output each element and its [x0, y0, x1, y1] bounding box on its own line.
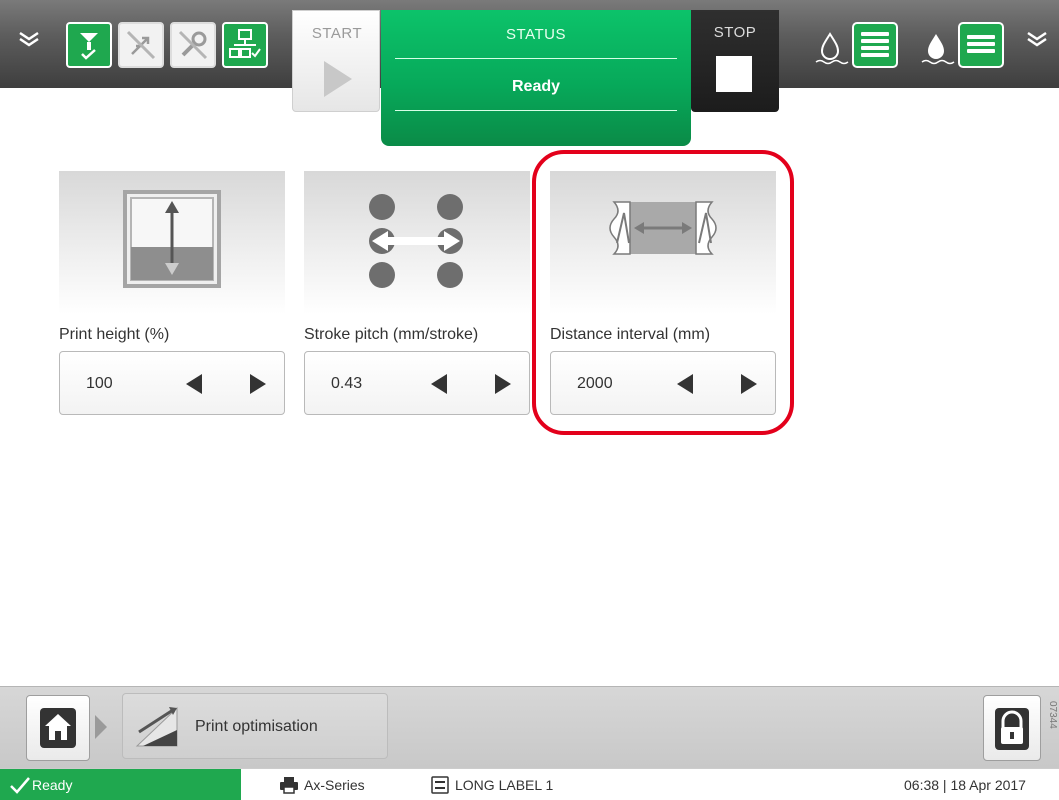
ink-drop-icon — [815, 32, 849, 65]
divider — [395, 58, 677, 59]
makeup-level-icon[interactable] — [958, 22, 1004, 68]
increase-button[interactable] — [485, 370, 519, 398]
param-value: 0.43 — [331, 375, 363, 392]
divider — [395, 110, 677, 111]
printer-icon — [280, 777, 298, 794]
bottom-nav: Print optimisation 07344 — [0, 686, 1059, 768]
printer-state: Ready — [0, 769, 241, 800]
stroke-pitch-stepper[interactable]: 0.43 — [304, 351, 530, 415]
message-status-icon[interactable] — [66, 22, 112, 68]
stop-label: STOP — [713, 24, 757, 41]
lock-icon — [995, 708, 1029, 750]
param-label: Print height (%) — [59, 326, 170, 343]
side-code-text: 07344 — [1047, 701, 1058, 729]
makeup-drop-icon — [921, 34, 955, 65]
print-height-stepper[interactable]: 100 — [59, 351, 285, 415]
tool-disabled-icon[interactable] — [170, 22, 216, 68]
chevron-down-icon[interactable] — [16, 26, 42, 52]
ink-level-icon[interactable] — [852, 22, 898, 68]
printer-name: Ax-Series — [304, 777, 365, 793]
status-panel: STATUS Ready — [381, 10, 691, 146]
side-code: 07344 — [1044, 701, 1059, 761]
decrease-button[interactable] — [178, 370, 212, 398]
screen: START STATUS Ready STOP Print height (%)… — [0, 0, 1059, 800]
usb-disabled-icon[interactable] — [118, 22, 164, 68]
network-icon[interactable] — [222, 22, 268, 68]
stroke-pitch-icon — [304, 171, 530, 314]
start-button[interactable]: START — [292, 10, 380, 112]
param-card-stroke-pitch: Stroke pitch (mm/stroke) 0.43 — [304, 171, 530, 416]
lock-button[interactable] — [983, 695, 1041, 761]
breadcrumb-separator-icon — [95, 715, 107, 739]
decrease-button[interactable] — [423, 370, 457, 398]
param-value: 100 — [86, 375, 113, 392]
increase-button[interactable] — [240, 370, 274, 398]
print-optimisation-icon — [135, 706, 178, 747]
status-bar: Ready Ax-Series LONG LABEL 1 06:38 | 18 … — [0, 768, 1059, 800]
chevron-down-icon[interactable] — [1024, 26, 1050, 52]
highlight-annotation — [532, 150, 794, 435]
checkmark-icon — [10, 777, 30, 794]
printer-state-label: Ready — [32, 777, 73, 793]
stop-icon — [716, 56, 752, 92]
param-card-print-height: Print height (%) 100 — [59, 171, 285, 416]
status-label: STATUS — [506, 26, 566, 43]
start-label: START — [311, 25, 363, 42]
play-icon — [324, 61, 352, 97]
job-name: LONG LABEL 1 — [455, 777, 554, 793]
breadcrumb[interactable]: Print optimisation — [122, 693, 388, 759]
param-label: Stroke pitch (mm/stroke) — [304, 326, 479, 343]
breadcrumb-label: Print optimisation — [195, 718, 318, 735]
job-icon — [431, 776, 449, 794]
datetime: 06:38 | 18 Apr 2017 — [904, 777, 1026, 793]
home-icon — [40, 708, 76, 748]
print-height-icon — [59, 171, 285, 314]
stop-button[interactable]: STOP — [691, 10, 779, 112]
status-value: Ready — [511, 78, 561, 95]
home-button[interactable] — [26, 695, 90, 761]
